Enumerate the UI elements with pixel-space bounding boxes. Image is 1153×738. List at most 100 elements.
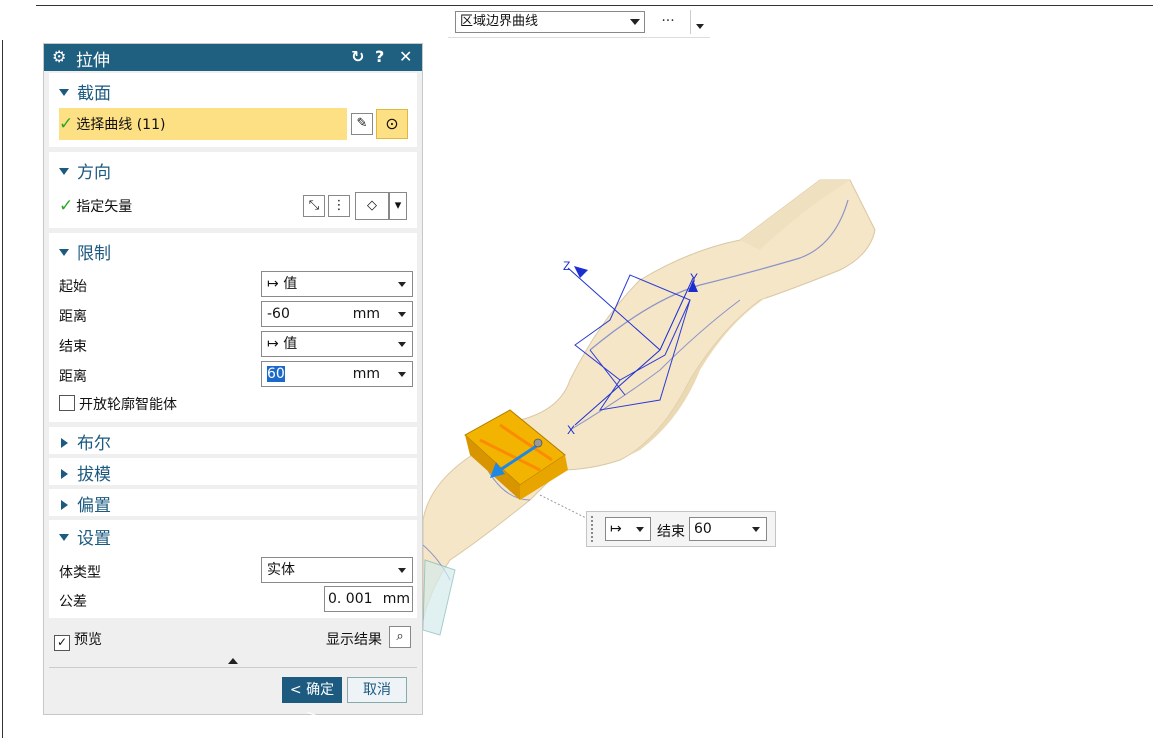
start-type-value: 值 <box>283 276 298 292</box>
chevron-down-icon[interactable] <box>752 527 760 532</box>
settings-title: 设置 <box>77 529 111 549</box>
start-distance-input[interactable]: -60 mm <box>261 301 413 327</box>
reverse-direction-icon[interactable]: ⤡ <box>303 195 325 217</box>
close-icon[interactable]: ✕ <box>399 47 412 66</box>
start-distance-unit: mm <box>352 306 380 322</box>
expand-icon <box>59 534 69 541</box>
value-type-icon: ↦ <box>267 276 284 292</box>
limits-panel: 限制 起始 ↦ 值 距离 -60 mm 结束 ↦ 值 距离 60 mm 开放轮廓… <box>49 233 417 422</box>
offset-panel[interactable]: 偏置 <box>49 489 417 516</box>
vector-type-icon[interactable]: ◇ <box>355 192 389 220</box>
settings-panel: 设置 体类型 实体 公差 0. 001 mm <box>49 520 417 618</box>
selection-filter-dropdown[interactable]: 区域边界曲线 <box>455 11 645 33</box>
section-panel: 截面 ✓ 选择曲线 (11) ✎ ⊙ <box>49 73 417 147</box>
end-distance-value: 60 <box>267 366 285 382</box>
preview-row[interactable]: ✓ 预览 <box>54 629 102 651</box>
direction-header[interactable]: 方向 <box>59 158 111 183</box>
reset-icon[interactable]: ↻ <box>351 47 364 66</box>
dialog-titlebar[interactable]: ⚙ 拉伸 ↻ ? ✕ <box>44 44 422 71</box>
help-icon[interactable]: ? <box>375 47 384 66</box>
drag-grip-icon[interactable] <box>591 516 597 542</box>
start-distance-label: 距离 <box>59 309 87 325</box>
show-result-search-icon[interactable]: ⌕ <box>389 626 411 648</box>
cancel-button[interactable]: 取消 <box>347 677 407 703</box>
expand-icon <box>59 168 69 175</box>
start-type-select[interactable]: ↦ 值 <box>261 271 413 297</box>
axis-y-label: Y <box>690 271 698 285</box>
section-title: 截面 <box>77 84 111 104</box>
toolbar-overflow-icon[interactable] <box>696 24 704 29</box>
collapse-up-icon[interactable] <box>228 658 238 664</box>
limits-header[interactable]: 限制 <box>59 239 111 264</box>
part-body <box>423 179 876 636</box>
select-curve-row[interactable]: ✓ 选择曲线 (11) <box>59 108 347 140</box>
offset-title: 偏置 <box>77 496 111 516</box>
show-result-label: 显示结果 <box>326 632 382 648</box>
section-header[interactable]: 截面 <box>59 79 111 104</box>
axis-z-label: Z <box>563 259 570 273</box>
open-profile-row[interactable]: 开放轮廓智能体 <box>59 394 177 414</box>
collapsed-icon <box>61 469 68 479</box>
gear-icon[interactable]: ⚙ <box>52 47 66 66</box>
tolerance-unit: mm <box>382 591 410 607</box>
curve-icon[interactable]: ⊙ <box>376 109 408 139</box>
toolbar-underline <box>448 37 710 38</box>
chevron-down-icon <box>398 568 406 573</box>
handle-end-input[interactable]: 60 <box>689 517 767 541</box>
end-type-select[interactable]: ↦ 值 <box>261 331 413 357</box>
check-icon: ✓ <box>59 114 74 134</box>
value-type-icon: ↦ <box>267 336 284 352</box>
ok-button[interactable]: < 确定 > <box>282 677 342 724</box>
tolerance-input[interactable]: 0. 001 mm <box>324 586 413 612</box>
vector-type-dropdown[interactable]: ▾ <box>389 192 407 220</box>
collapsed-icon <box>61 500 68 510</box>
chevron-down-icon <box>398 282 406 287</box>
settings-header[interactable]: 设置 <box>59 524 111 549</box>
specify-vector-row[interactable]: ✓ 指定矢量 <box>59 196 132 216</box>
end-type-value: 值 <box>283 336 298 352</box>
chevron-down-icon <box>630 19 640 25</box>
collapsed-icon <box>61 438 68 448</box>
preview-checkbox[interactable]: ✓ <box>54 635 70 651</box>
top-border <box>36 5 1153 6</box>
handle-end-value: 60 <box>694 521 712 537</box>
direction-title: 方向 <box>77 163 111 183</box>
boolean-panel[interactable]: 布尔 <box>49 427 417 454</box>
axis-x-label: X <box>567 423 575 437</box>
end-distance-unit: mm <box>352 366 380 382</box>
toolbar-divider <box>690 10 691 34</box>
chevron-down-icon[interactable] <box>398 372 406 377</box>
vector-dialog-icon[interactable]: ⋮ <box>328 195 350 217</box>
draft-panel[interactable]: 拔模 <box>49 458 417 485</box>
handle-end-label: 结束 <box>657 524 685 540</box>
end-distance-handle: ↦ 结束 60 <box>586 511 776 547</box>
boolean-header[interactable]: 布尔 <box>59 429 111 454</box>
expand-icon <box>59 89 69 96</box>
open-profile-checkbox[interactable] <box>59 395 75 411</box>
end-distance-input[interactable]: 60 mm <box>261 361 413 387</box>
specify-vector-label: 指定矢量 <box>76 199 133 215</box>
tolerance-value: 0. 001 <box>328 591 373 607</box>
sketch-section-icon[interactable]: ✎ <box>351 113 373 135</box>
extrude-dialog: ⚙ 拉伸 ↻ ? ✕ 截面 ✓ 选择曲线 (11) ✎ ⊙ 方向 ✓ 指定矢量 ⤡ … <box>43 43 423 724</box>
more-options-button[interactable]: ··· <box>656 11 680 33</box>
draft-title: 拔模 <box>77 465 111 485</box>
open-profile-label: 开放轮廓智能体 <box>79 397 177 413</box>
preview-label: 预览 <box>74 632 102 648</box>
handle-type-select[interactable]: ↦ <box>605 517 651 541</box>
chevron-down-icon[interactable] <box>398 312 406 317</box>
start-distance-value: -60 <box>267 306 290 322</box>
draft-header[interactable]: 拔模 <box>59 460 111 485</box>
body-type-label: 体类型 <box>59 565 101 581</box>
boolean-title: 布尔 <box>77 434 111 454</box>
end-distance-label: 距离 <box>59 369 87 385</box>
dialog-title: 拉伸 <box>76 51 110 71</box>
body-type-value: 实体 <box>267 562 295 578</box>
left-border <box>2 40 3 738</box>
body-type-select[interactable]: 实体 <box>261 557 413 583</box>
direction-panel: 方向 ✓ 指定矢量 ⤡ ⋮ ◇ ▾ <box>49 152 417 228</box>
offset-header[interactable]: 偏置 <box>59 491 111 516</box>
value-type-icon: ↦ <box>610 521 622 537</box>
graphics-viewport[interactable]: Z Y X <box>423 40 1153 738</box>
footer-divider <box>49 667 417 668</box>
